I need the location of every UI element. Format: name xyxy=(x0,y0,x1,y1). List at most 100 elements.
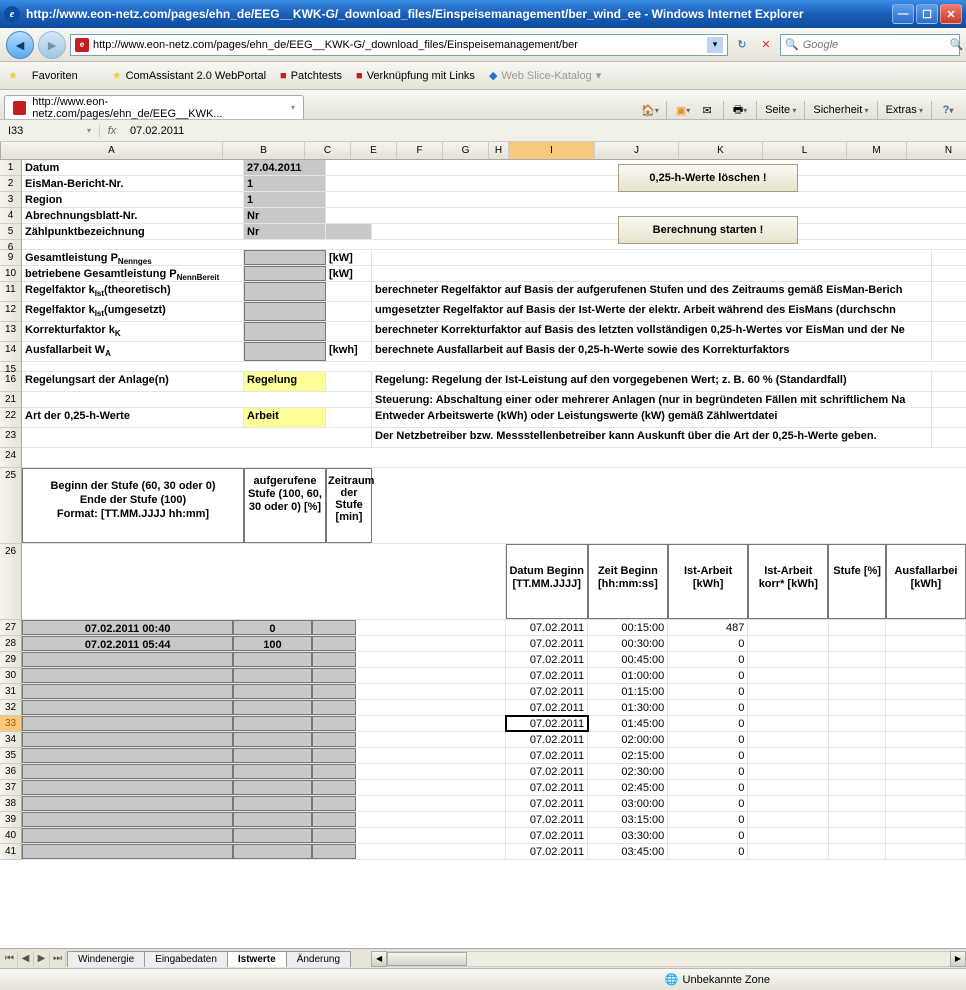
favorites-star-icon[interactable]: ★ xyxy=(8,69,18,82)
row-header-23[interactable]: 23 xyxy=(0,428,22,448)
col-header-M[interactable]: M xyxy=(847,142,907,159)
row-header-5[interactable]: 5 xyxy=(0,224,22,240)
row-header-26[interactable]: 26 xyxy=(0,544,22,620)
search-input[interactable] xyxy=(803,39,946,51)
sheet-tab-istwerte[interactable]: Istwerte xyxy=(227,951,287,967)
row-header-1[interactable]: 1 xyxy=(0,160,22,176)
forward-button[interactable]: ► xyxy=(38,31,66,59)
url-dropdown[interactable]: ▾ xyxy=(707,37,723,53)
fav-item-links[interactable]: ■Verknüpfung mit Links xyxy=(356,70,475,82)
row-header-35[interactable]: 35 xyxy=(0,748,22,764)
row-header-13[interactable]: 13 xyxy=(0,322,22,342)
close-button[interactable]: ✕ xyxy=(940,4,962,24)
col-header-J[interactable]: J xyxy=(595,142,679,159)
sheet-tab-eingabedaten[interactable]: Eingabedaten xyxy=(144,951,228,967)
home-button[interactable]: 🏠 xyxy=(642,102,658,118)
row-header-29[interactable]: 29 xyxy=(0,652,22,668)
fx-icon[interactable]: fx xyxy=(100,125,124,137)
start-calc-button[interactable]: Berechnung starten ! xyxy=(618,216,798,244)
row-4: Abrechnungsblatt-Nr.Nr xyxy=(22,208,966,224)
formula-input[interactable] xyxy=(124,125,966,137)
row-header-6[interactable]: 6 xyxy=(0,240,22,250)
tab-next-icon[interactable]: ▶ xyxy=(34,951,50,967)
row-header-31[interactable]: 31 xyxy=(0,684,22,700)
row-header-12[interactable]: 12 xyxy=(0,302,22,322)
security-menu[interactable]: Sicherheit xyxy=(813,104,868,116)
col-header-I[interactable]: I xyxy=(509,142,595,159)
url-input[interactable] xyxy=(93,39,703,51)
col-header-H[interactable]: H xyxy=(489,142,509,159)
minimize-button[interactable]: — xyxy=(892,4,914,24)
name-box[interactable]: I33▾ xyxy=(0,125,100,137)
browser-tab[interactable]: http://www.eon-netz.com/pages/ehn_de/EEG… xyxy=(4,95,304,119)
maximize-button[interactable]: ☐ xyxy=(916,4,938,24)
row-11: Regelfaktor kIst(theoretisch)berechneter… xyxy=(22,282,966,302)
rss-button[interactable]: ▣ xyxy=(675,102,691,118)
row-header-30[interactable]: 30 xyxy=(0,668,22,684)
row-header-32[interactable]: 32 xyxy=(0,700,22,716)
fav-item-comassistant[interactable]: ★ComAssistant 2.0 WebPortal xyxy=(112,69,266,82)
tab-first-icon[interactable]: ⏮ xyxy=(2,951,18,967)
tab-prev-icon[interactable]: ◀ xyxy=(18,951,34,967)
scroll-thumb[interactable] xyxy=(387,952,467,966)
row-header-25[interactable]: 25 xyxy=(0,468,22,544)
sheet-tab-windenergie[interactable]: Windenergie xyxy=(67,951,145,967)
scroll-right-icon[interactable]: ▶ xyxy=(950,951,966,967)
scroll-left-icon[interactable]: ◀ xyxy=(371,951,387,967)
help-button[interactable]: ? xyxy=(940,102,956,118)
col-header-F[interactable]: F xyxy=(397,142,443,159)
row-header-27[interactable]: 27 xyxy=(0,620,22,636)
delete-values-button[interactable]: 0,25-h-Werte löschen ! xyxy=(618,164,798,192)
tab-dropdown-icon[interactable]: ▾ xyxy=(291,103,295,112)
back-button[interactable]: ◄ xyxy=(6,31,34,59)
row-header-14[interactable]: 14 xyxy=(0,342,22,362)
row-header-24[interactable]: 24 xyxy=(0,448,22,468)
row-header-9[interactable]: 9 xyxy=(0,250,22,266)
col-header-G[interactable]: G xyxy=(443,142,489,159)
row-header-38[interactable]: 38 xyxy=(0,796,22,812)
favorites-label[interactable]: Favoriten xyxy=(32,70,78,82)
col-header-B[interactable]: B xyxy=(223,142,305,159)
row-header-4[interactable]: 4 xyxy=(0,208,22,224)
row-header-33[interactable]: 33 xyxy=(0,716,22,732)
row-header-37[interactable]: 37 xyxy=(0,780,22,796)
extras-menu[interactable]: Extras xyxy=(886,104,923,116)
page-menu[interactable]: Seite xyxy=(765,104,796,116)
row-header-15[interactable]: 15 xyxy=(0,362,22,372)
col-header-A[interactable]: A xyxy=(1,142,223,159)
row-26: Datum Beginn [TT.MM.JJJJ]Zeit Beginn [hh… xyxy=(22,544,966,620)
row-6 xyxy=(22,240,966,250)
cell-grid[interactable]: Datum27.04.2011EisMan-Bericht-Nr.1Region… xyxy=(22,160,966,860)
mail-button[interactable]: ✉ xyxy=(699,102,715,118)
row-header-3[interactable]: 3 xyxy=(0,192,22,208)
col-header-L[interactable]: L xyxy=(763,142,847,159)
reload-button[interactable]: ↻ xyxy=(732,35,752,55)
fav-item-webslice[interactable]: ◆Web Slice-Katalog ▾ xyxy=(489,69,601,82)
horizontal-scrollbar[interactable]: ◀ ▶ xyxy=(371,951,966,967)
row-header-21[interactable]: 21 xyxy=(0,392,22,408)
col-header-E[interactable]: E xyxy=(351,142,397,159)
sheet-tab-änderung[interactable]: Änderung xyxy=(286,951,351,967)
fav-item-patchtests[interactable]: ■Patchtests xyxy=(280,70,342,82)
address-bar[interactable]: e ▾ xyxy=(70,34,728,56)
row-header-34[interactable]: 34 xyxy=(0,732,22,748)
row-header-36[interactable]: 36 xyxy=(0,764,22,780)
search-box[interactable]: 🔍 🔍 xyxy=(780,34,960,56)
stop-button[interactable]: ✕ xyxy=(756,35,776,55)
row-header-16[interactable]: 16 xyxy=(0,372,22,392)
tab-last-icon[interactable]: ⏭ xyxy=(50,951,66,967)
row-header-11[interactable]: 11 xyxy=(0,282,22,302)
col-header-C[interactable]: C xyxy=(305,142,351,159)
row-header-28[interactable]: 28 xyxy=(0,636,22,652)
print-button[interactable]: 🖶 xyxy=(732,102,748,118)
row-header-10[interactable]: 10 xyxy=(0,266,22,282)
row-31: 07.02.201101:15:000 xyxy=(22,684,966,700)
row-header-2[interactable]: 2 xyxy=(0,176,22,192)
row-header-40[interactable]: 40 xyxy=(0,828,22,844)
search-go-icon[interactable]: 🔍 xyxy=(950,38,964,51)
row-header-22[interactable]: 22 xyxy=(0,408,22,428)
row-header-39[interactable]: 39 xyxy=(0,812,22,828)
col-header-K[interactable]: K xyxy=(679,142,763,159)
row-header-41[interactable]: 41 xyxy=(0,844,22,860)
col-header-N[interactable]: N xyxy=(907,142,966,159)
